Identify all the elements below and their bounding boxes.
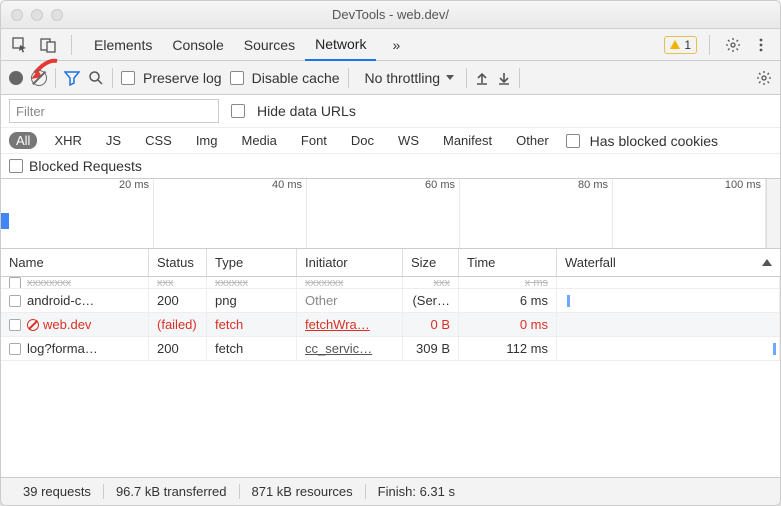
cell-time: 112 ms: [459, 337, 557, 360]
preserve-log-checkbox[interactable]: [121, 71, 135, 85]
type-css[interactable]: CSS: [138, 132, 179, 149]
download-har-icon[interactable]: [497, 71, 511, 85]
warning-count: 1: [684, 38, 691, 52]
cell-waterfall: [557, 337, 780, 360]
search-icon[interactable]: [88, 70, 104, 86]
panel-tabs: ElementsConsoleSourcesNetwork: [84, 29, 376, 61]
warning-icon: [670, 40, 680, 49]
cell-type: png: [207, 289, 297, 312]
type-font[interactable]: Font: [294, 132, 334, 149]
tab-console[interactable]: Console: [162, 29, 233, 61]
cell-waterfall: [557, 313, 780, 336]
col-waterfall[interactable]: Waterfall: [557, 249, 780, 276]
cell-status: 200: [149, 337, 207, 360]
cell-name: android-c…: [27, 293, 94, 308]
table-row[interactable]: android-c… 200pngOther(Ser…6 ms: [1, 289, 780, 313]
cell-status: 200: [149, 289, 207, 312]
timeline-overview[interactable]: 20 ms40 ms60 ms80 ms100 ms: [1, 179, 780, 249]
status-finish: Finish: 6.31 s: [366, 484, 467, 499]
window-title: DevTools - web.dev/: [1, 7, 780, 22]
blocked-requests-bar: Blocked Requests: [1, 154, 780, 179]
cell-waterfall: [557, 289, 780, 312]
inspect-icon[interactable]: [9, 34, 31, 56]
cell-size: 309 B: [403, 337, 459, 360]
tab-sources[interactable]: Sources: [234, 29, 305, 61]
type-img[interactable]: Img: [189, 132, 225, 149]
table-header: Name Status Type Initiator Size Time Wat…: [1, 249, 780, 277]
blocked-requests-checkbox[interactable]: [9, 159, 23, 173]
record-button[interactable]: [9, 71, 23, 85]
type-doc[interactable]: Doc: [344, 132, 381, 149]
more-menu-icon[interactable]: [750, 34, 772, 56]
col-type[interactable]: Type: [207, 249, 297, 276]
row-checkbox[interactable]: [9, 319, 21, 331]
blocked-cookies-checkbox[interactable]: [566, 134, 580, 148]
filter-bar: Hide data URLs: [1, 95, 780, 128]
cell-initiator[interactable]: cc_servic…: [297, 337, 403, 360]
type-js[interactable]: JS: [99, 132, 128, 149]
type-ws[interactable]: WS: [391, 132, 426, 149]
cell-status: (failed): [149, 313, 207, 336]
requests-table: Name Status Type Initiator Size Time Wat…: [1, 249, 780, 477]
type-filter-bar: All XHR JS CSS Img Media Font Doc WS Manifest Othe…: [1, 128, 780, 154]
type-manifest[interactable]: Manifest: [436, 132, 499, 149]
cell-size: 0 B: [403, 313, 459, 336]
type-xhr[interactable]: XHR: [47, 132, 88, 149]
network-toolbar: Preserve log Disable cache No throttling: [1, 61, 780, 95]
clear-button[interactable]: [31, 70, 47, 86]
filter-input[interactable]: [9, 99, 219, 123]
timeline-scrollbar[interactable]: [766, 179, 780, 248]
network-settings-icon[interactable]: [756, 70, 772, 86]
status-requests: 39 requests: [11, 484, 104, 499]
throttling-select[interactable]: No throttling: [357, 67, 458, 89]
cell-size: (Ser…: [403, 289, 459, 312]
status-transferred: 96.7 kB transferred: [104, 484, 240, 499]
cell-initiator[interactable]: fetchWra…: [297, 313, 403, 336]
table-row[interactable]: web.dev (failed)fetchfetchWra…0 B0 ms: [1, 313, 780, 337]
main-tabbar: ElementsConsoleSourcesNetwork » 1: [1, 29, 780, 61]
cell-type: fetch: [207, 313, 297, 336]
status-resources: 871 kB resources: [240, 484, 366, 499]
type-media[interactable]: Media: [234, 132, 283, 149]
table-row-cut: xxxxxxxx xxxxxxxxx xxxxxxxxxx x ms: [1, 277, 780, 289]
preserve-log-label: Preserve log: [143, 70, 222, 86]
col-initiator[interactable]: Initiator: [297, 249, 403, 276]
tab-elements[interactable]: Elements: [84, 29, 162, 61]
col-time[interactable]: Time: [459, 249, 557, 276]
devtools-window: DevTools - web.dev/ ElementsConsoleSourc…: [0, 0, 781, 506]
cell-time: 0 ms: [459, 313, 557, 336]
chevron-down-icon: [446, 75, 454, 80]
cell-name: web.dev: [43, 317, 91, 332]
tab-network[interactable]: Network: [305, 29, 376, 61]
device-toggle-icon[interactable]: [37, 34, 59, 56]
type-all[interactable]: All: [9, 132, 37, 149]
col-status[interactable]: Status: [149, 249, 207, 276]
sort-asc-icon: [762, 259, 772, 266]
blocked-requests-label: Blocked Requests: [29, 158, 142, 174]
type-other[interactable]: Other: [509, 132, 556, 149]
cell-type: fetch: [207, 337, 297, 360]
hide-data-urls-checkbox[interactable]: [231, 104, 245, 118]
col-size[interactable]: Size: [403, 249, 459, 276]
more-tabs[interactable]: »: [382, 29, 410, 61]
table-row[interactable]: log?forma… 200fetchcc_servic…309 B112 ms: [1, 337, 780, 361]
col-name[interactable]: Name: [1, 249, 149, 276]
cell-time: 6 ms: [459, 289, 557, 312]
row-checkbox[interactable]: [9, 295, 21, 307]
upload-har-icon[interactable]: [475, 71, 489, 85]
disable-cache-label: Disable cache: [252, 70, 340, 86]
warnings-badge[interactable]: 1: [664, 36, 697, 54]
settings-icon[interactable]: [722, 34, 744, 56]
disable-cache-checkbox[interactable]: [230, 71, 244, 85]
cell-name: log?forma…: [27, 341, 98, 356]
error-icon: [27, 319, 39, 331]
hide-data-urls-label: Hide data URLs: [257, 103, 356, 119]
filter-icon[interactable]: [64, 70, 80, 86]
status-bar: 39 requests 96.7 kB transferred 871 kB r…: [1, 477, 780, 505]
titlebar: DevTools - web.dev/: [1, 1, 780, 29]
throttling-value: No throttling: [365, 70, 440, 86]
cell-initiator[interactable]: Other: [297, 289, 403, 312]
blocked-cookies-label: Has blocked cookies: [590, 133, 718, 149]
row-checkbox[interactable]: [9, 343, 21, 355]
